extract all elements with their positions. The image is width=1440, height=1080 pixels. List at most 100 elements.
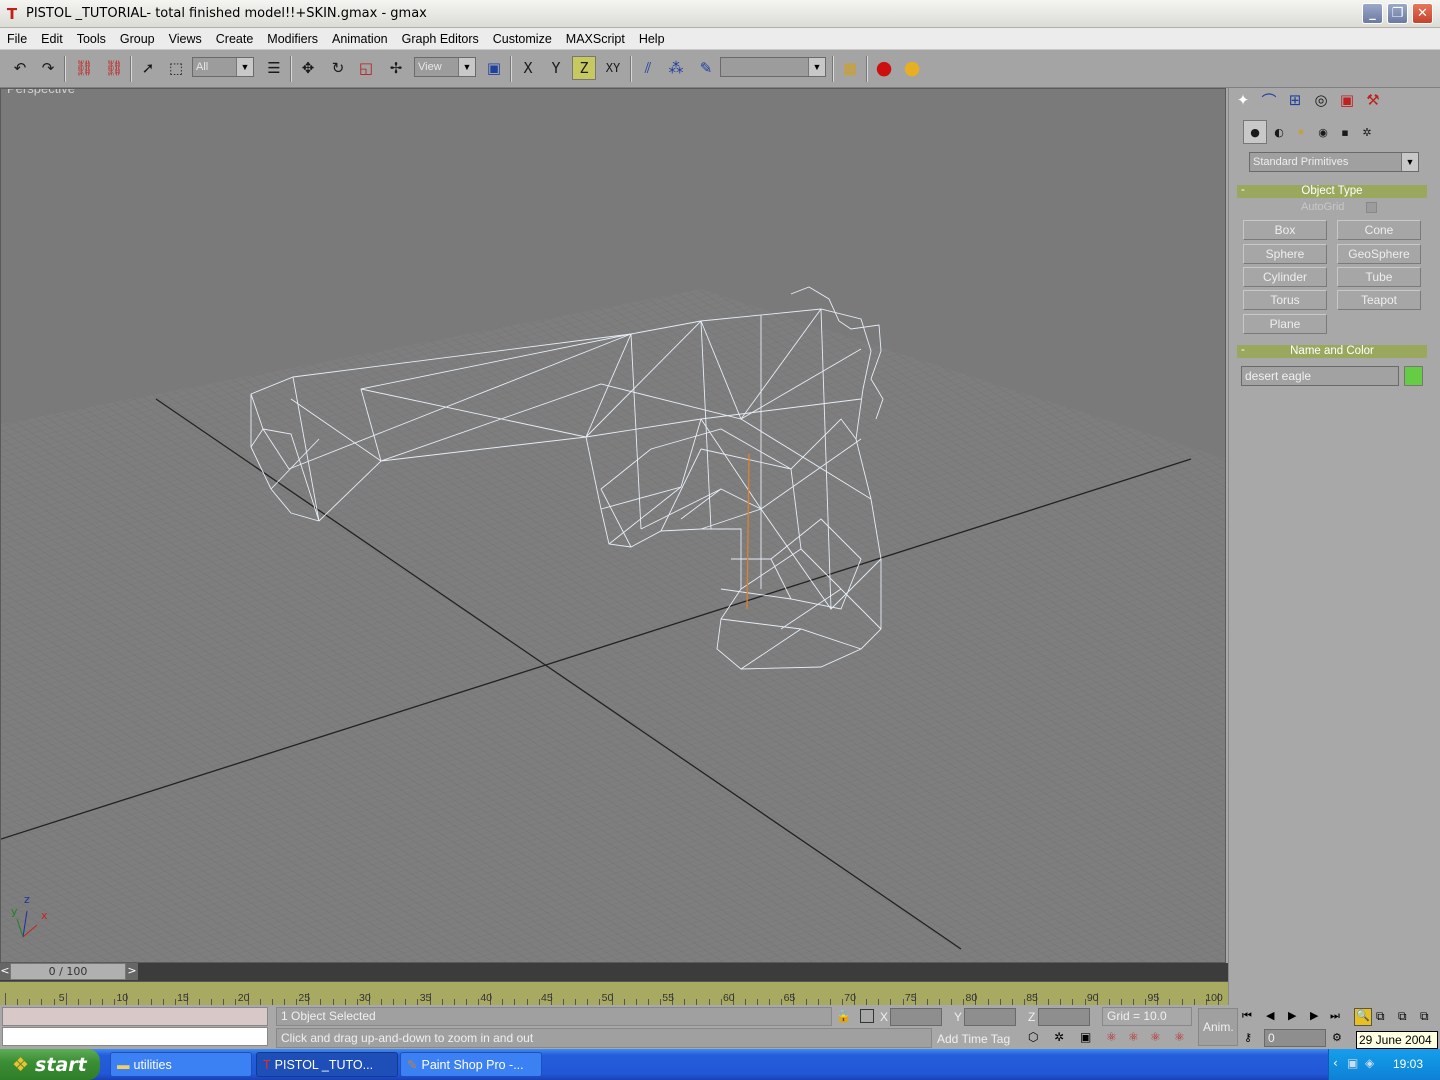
category-dropdown[interactable]: Standard Primitives ▼ — [1249, 152, 1419, 172]
select-object-icon[interactable]: ➚ — [136, 56, 160, 80]
volume-icon[interactable]: ◈ — [1365, 1056, 1374, 1070]
scale-icon[interactable]: ◱ — [354, 56, 378, 80]
cameras-icon[interactable]: ◉ — [1311, 120, 1335, 144]
create-tab-icon[interactable]: ✦ — [1231, 88, 1255, 112]
menu-animation[interactable]: Animation — [325, 32, 395, 46]
track-view-icon[interactable]: ▦ — [838, 56, 862, 80]
play-icon[interactable]: ▶ — [1288, 1009, 1296, 1022]
region-select-icon[interactable]: ⬚ — [164, 56, 188, 80]
menu-file[interactable]: File — [0, 32, 34, 46]
torus-button[interactable]: Torus — [1243, 290, 1327, 310]
previous-frame-icon[interactable]: ◀ — [1266, 1009, 1274, 1022]
menu-maxscript[interactable]: MAXScript — [559, 32, 632, 46]
zoom-extents-icon[interactable]: ⧉ — [1398, 1009, 1407, 1024]
zoom-all-icon[interactable]: ⧉ — [1376, 1009, 1385, 1024]
menu-customize[interactable]: Customize — [486, 32, 559, 46]
redo-icon[interactable]: ↷ — [36, 56, 60, 80]
maximize-button[interactable]: ❐ — [1387, 3, 1408, 24]
time-config-icon[interactable]: ⚙ — [1332, 1031, 1342, 1044]
restrict-z-button[interactable]: Z — [572, 56, 596, 80]
network-icon[interactable]: ▣ — [1347, 1056, 1358, 1070]
lights-icon[interactable]: ✶ — [1289, 120, 1313, 144]
mirror-icon[interactable]: ⫽ — [636, 56, 660, 80]
key-mode-icon[interactable]: ⚷ — [1244, 1031, 1252, 1044]
current-frame-field[interactable]: 0 — [1264, 1029, 1326, 1047]
anim-button[interactable]: Anim. — [1198, 1008, 1238, 1046]
cylinder-button[interactable]: Cylinder — [1243, 267, 1327, 287]
z-coordinate-field[interactable] — [1038, 1008, 1090, 1026]
name-color-rollout-header[interactable]: - Name and Color — [1237, 344, 1427, 358]
task-utilities[interactable]: ▬ utilities — [110, 1052, 252, 1077]
close-button[interactable]: ✕ — [1412, 3, 1433, 24]
perspective-viewport[interactable]: Perspective x y z — [0, 88, 1226, 963]
percent-snap-icon[interactable]: ▣ — [1080, 1030, 1091, 1044]
sphere-button[interactable]: Sphere — [1243, 244, 1327, 264]
time-slider-track[interactable] — [0, 963, 1228, 981]
plane-button[interactable]: Plane — [1243, 314, 1327, 334]
render-scene-icon[interactable]: ● — [900, 56, 924, 80]
transform-gizmo-icon[interactable]: ✢ — [384, 56, 408, 80]
task-paint-shop-pro[interactable]: ✎ Paint Shop Pro -... — [400, 1052, 542, 1077]
menu-views[interactable]: Views — [162, 32, 209, 46]
shapes-icon[interactable]: ◐ — [1267, 120, 1291, 144]
named-selection-dropdown[interactable]: ▼ — [720, 57, 826, 77]
utilities-tab-icon[interactable]: ⚒ — [1361, 88, 1385, 112]
minimize-button[interactable]: _ — [1362, 3, 1383, 24]
snap-toggle-icon[interactable]: ⬡ — [1028, 1030, 1038, 1044]
absolute-mode-icon[interactable] — [860, 1009, 874, 1023]
y-coordinate-field[interactable] — [964, 1008, 1016, 1026]
tube-button[interactable]: Tube — [1337, 267, 1421, 287]
viewport-label[interactable]: Perspective — [7, 89, 75, 96]
move-icon[interactable]: ✥ — [296, 56, 320, 80]
gmax-app-icon[interactable]: T — [4, 5, 20, 23]
zoom-extents-all-icon[interactable]: ⧉ — [1420, 1009, 1429, 1024]
go-to-start-icon[interactable]: ⏮ — [1242, 1009, 1252, 1023]
time-slider[interactable]: 0 / 100 — [10, 963, 126, 980]
menu-help[interactable]: Help — [632, 32, 672, 46]
hierarchy-tab-icon[interactable]: ⊞ — [1283, 88, 1307, 112]
undo-icon[interactable]: ↶ — [8, 56, 32, 80]
reference-coordinate-dropdown[interactable]: View ▼ — [414, 57, 476, 77]
restrict-y-button[interactable]: Y — [544, 56, 568, 80]
maxscript-output-mini[interactable] — [2, 1027, 268, 1046]
geometry-icon[interactable]: ● — [1243, 120, 1267, 144]
restrict-x-button[interactable]: X — [516, 56, 540, 80]
unlink-selection-icon[interactable]: ⛓ — [102, 56, 126, 80]
motion-tab-icon[interactable]: ◎ — [1309, 88, 1333, 112]
time-prev-button[interactable]: < — [0, 963, 10, 980]
x-coordinate-field[interactable] — [890, 1008, 942, 1026]
display-tab-icon[interactable]: ▣ — [1335, 88, 1359, 112]
object-name-input[interactable] — [1241, 366, 1399, 386]
maxscript-listener-mini[interactable] — [2, 1007, 268, 1026]
show-hidden-icons-icon[interactable]: ‹ — [1333, 1056, 1338, 1070]
start-button[interactable]: ❖ start — [0, 1049, 100, 1080]
add-time-tag-button[interactable]: Add Time Tag — [937, 1032, 1010, 1046]
keyboard-shortcut-icon[interactable]: ⚛ — [1128, 1030, 1139, 1044]
select-and-link-icon[interactable]: ⛓ — [72, 56, 96, 80]
next-frame-icon[interactable]: ▶ — [1310, 1009, 1318, 1022]
timeline-ruler[interactable]: 5 10 15 20 25 30 35 40 45 50 55 60 65 70 75 80 85 90 95 100 — [0, 981, 1228, 1005]
box-button[interactable]: Box — [1243, 220, 1327, 240]
task-gmax[interactable]: T PISTOL _TUTO... — [256, 1052, 398, 1077]
time-next-button[interactable]: > — [126, 963, 138, 980]
spacewarps-icon[interactable]: ✲ — [1355, 120, 1379, 144]
menu-edit[interactable]: Edit — [34, 32, 70, 46]
zoom-icon[interactable]: 🔍 — [1354, 1008, 1372, 1026]
menu-create[interactable]: Create — [209, 32, 261, 46]
material-editor-icon[interactable]: ● — [872, 56, 896, 80]
menu-tools[interactable]: Tools — [70, 32, 113, 46]
menu-graph-editors[interactable]: Graph Editors — [395, 32, 486, 46]
restrict-xy-button[interactable]: XY — [601, 56, 625, 80]
spinner-snap-icon[interactable]: ⚛ — [1106, 1030, 1117, 1044]
align-icon[interactable]: ✎ — [694, 56, 718, 80]
array-icon[interactable]: ⁂ — [664, 56, 688, 80]
select-by-name-icon[interactable]: ☰ — [262, 56, 286, 80]
teapot-button[interactable]: Teapot — [1337, 290, 1421, 310]
menu-modifiers[interactable]: Modifiers — [260, 32, 325, 46]
object-color-swatch[interactable] — [1404, 366, 1423, 386]
selection-filter-dropdown[interactable]: All ▼ — [192, 57, 254, 77]
modify-tab-icon[interactable]: ⌒ — [1257, 88, 1281, 112]
object-type-rollout-header[interactable]: - Object Type — [1237, 184, 1427, 198]
clock[interactable]: 19:03 — [1393, 1057, 1423, 1071]
degradation-override-icon[interactable]: ⚛ — [1174, 1030, 1185, 1044]
